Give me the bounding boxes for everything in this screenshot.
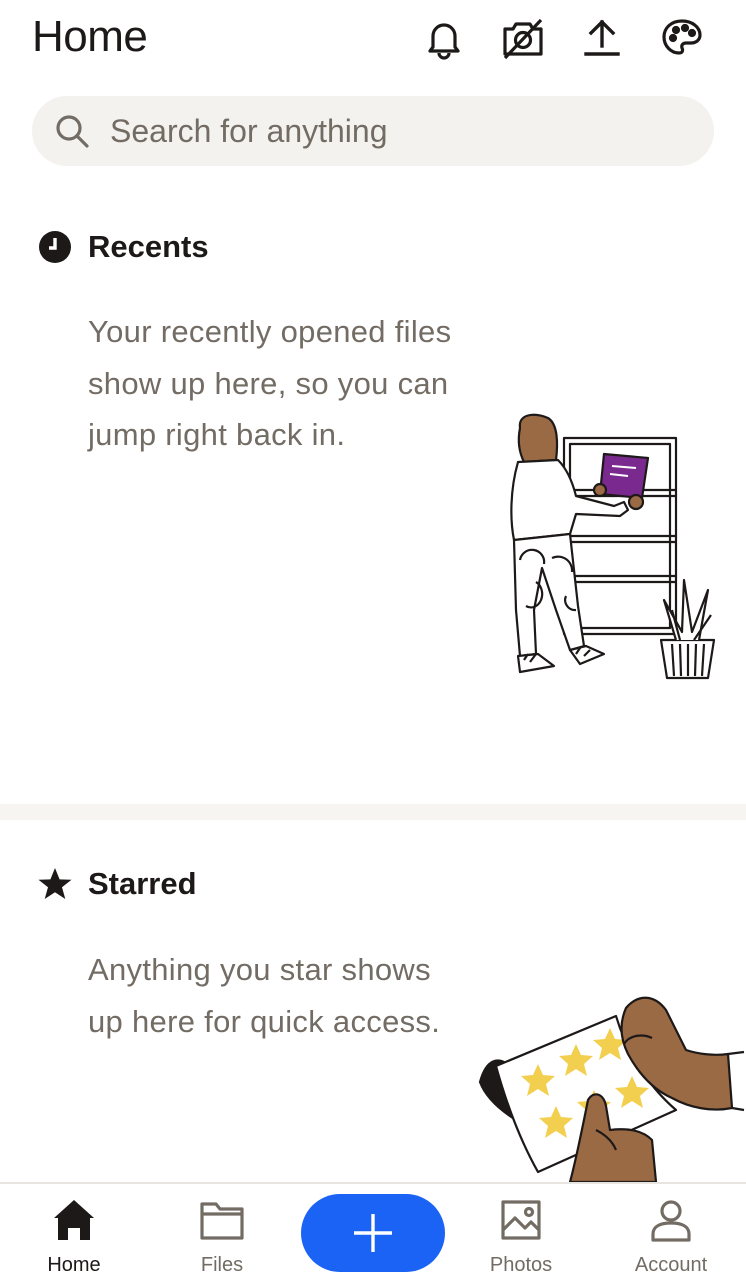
recents-description: Your recently opened files show up here,… <box>88 314 452 452</box>
nav-photos[interactable]: Photos <box>461 1184 581 1280</box>
camera-off-icon <box>503 18 543 60</box>
nav-account[interactable]: Account <box>611 1184 731 1280</box>
create-button[interactable] <box>301 1194 445 1272</box>
app-header: Home <box>0 0 746 84</box>
starred-description: Anything you star shows up here for quic… <box>88 952 441 1039</box>
home-icon <box>54 1200 94 1240</box>
search-input[interactable] <box>110 112 670 150</box>
star-icon <box>38 868 72 899</box>
notifications-button[interactable] <box>422 16 466 60</box>
upload-button[interactable] <box>580 16 624 60</box>
starred-title: Starred <box>88 866 197 901</box>
photo-icon <box>501 1200 541 1240</box>
theme-button[interactable] <box>660 16 704 60</box>
page-title: Home <box>32 12 148 61</box>
nav-home-label: Home <box>47 1254 101 1276</box>
palette-icon <box>662 19 702 55</box>
star-stickers-illustration <box>478 996 745 1182</box>
plus-icon <box>354 1214 392 1252</box>
upload-icon <box>584 19 620 56</box>
nav-photos-label: Photos <box>489 1254 553 1276</box>
search-bar[interactable] <box>32 96 714 166</box>
section-divider <box>0 804 746 820</box>
clock-icon <box>39 231 71 263</box>
nav-account-label: Account <box>634 1254 708 1276</box>
search-icon <box>56 115 89 148</box>
person-icon <box>651 1200 691 1242</box>
recents-title: Recents <box>88 229 209 264</box>
person-at-shelf-illustration <box>510 413 716 680</box>
nav-files-label: Files <box>200 1254 244 1276</box>
nav-home[interactable]: Home <box>14 1184 134 1280</box>
nav-files[interactable]: Files <box>162 1184 282 1280</box>
bottom-navigation: Home Files Photos Account <box>0 1182 746 1280</box>
starred-header: Starred <box>38 866 197 902</box>
recents-header: Recents <box>38 229 209 265</box>
camera-uploads-button[interactable] <box>501 16 545 60</box>
folder-icon <box>200 1202 244 1240</box>
bell-icon <box>428 23 460 60</box>
